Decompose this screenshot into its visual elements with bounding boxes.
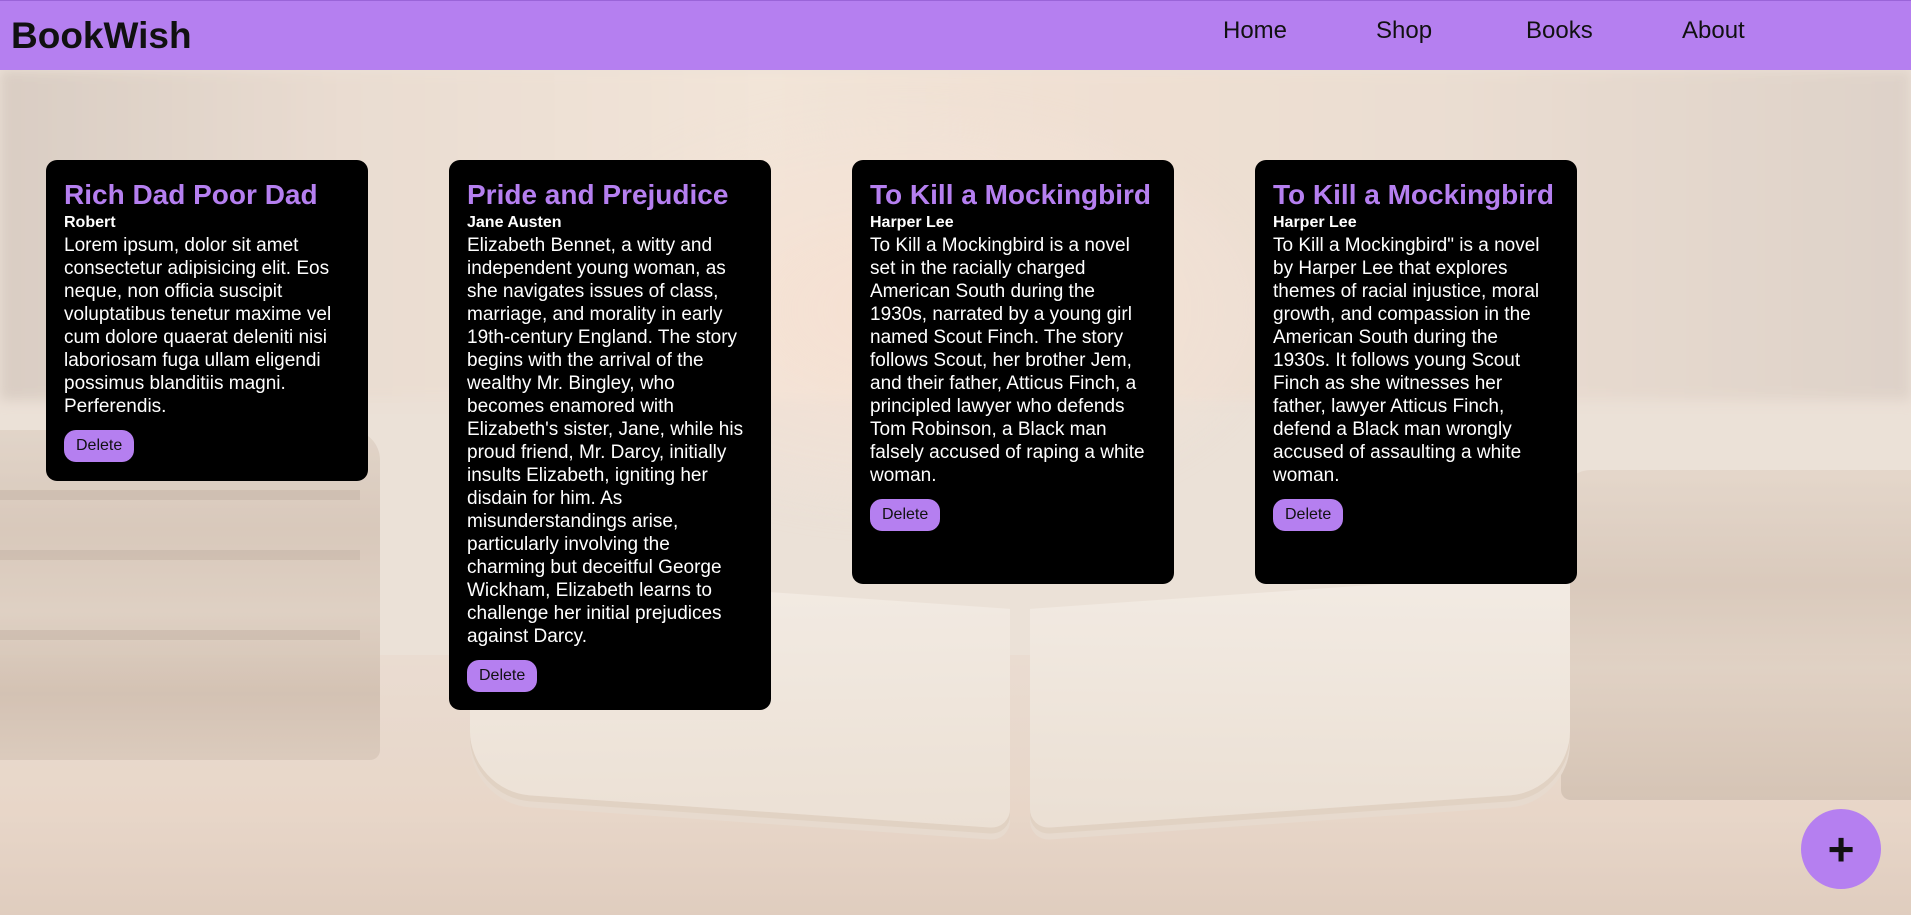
book-card: To Kill a Mockingbird Harper Lee To Kill… (852, 160, 1174, 584)
delete-button[interactable]: Delete (64, 430, 135, 462)
plus-icon: + (1827, 823, 1855, 875)
book-title: To Kill a Mockingbird (870, 179, 1152, 210)
add-book-button[interactable]: + (1801, 809, 1881, 889)
brand-logo[interactable]: BookWish (11, 15, 192, 57)
delete-button[interactable]: Delete (467, 660, 538, 692)
book-author: Jane Austen (467, 214, 562, 231)
book-description: Lorem ipsum, dolor sit amet consectetur … (64, 235, 332, 417)
book-description: To Kill a Mockingbird" is a novel by Har… (1273, 235, 1540, 486)
delete-button[interactable]: Delete (870, 499, 941, 531)
nav-link-about[interactable]: About (1682, 17, 1745, 45)
book-author: Robert (64, 214, 116, 231)
book-card: To Kill a Mockingbird Harper Lee To Kill… (1255, 160, 1577, 584)
book-description: Elizabeth Bennet, a witty and independen… (467, 235, 744, 647)
book-card: Pride and Prejudice Jane Austen Elizabet… (449, 160, 771, 710)
nav-link-books[interactable]: Books (1526, 17, 1682, 45)
nav-link-shop[interactable]: Shop (1376, 17, 1526, 45)
book-author: Harper Lee (870, 214, 954, 231)
delete-button[interactable]: Delete (1273, 499, 1344, 531)
navbar: BookWish Home Shop Books About (0, 0, 1911, 70)
book-description: To Kill a Mockingbird is a novel set in … (870, 235, 1145, 486)
book-title: Pride and Prejudice (467, 179, 729, 210)
book-title: To Kill a Mockingbird (1273, 179, 1555, 210)
nav-link-home[interactable]: Home (1223, 17, 1376, 45)
nav-links: Home Shop Books About (1223, 17, 1745, 45)
book-card: Rich Dad Poor Dad Robert Lorem ipsum, do… (46, 160, 368, 481)
book-author: Harper Lee (1273, 214, 1357, 231)
book-title: Rich Dad Poor Dad (64, 179, 318, 210)
